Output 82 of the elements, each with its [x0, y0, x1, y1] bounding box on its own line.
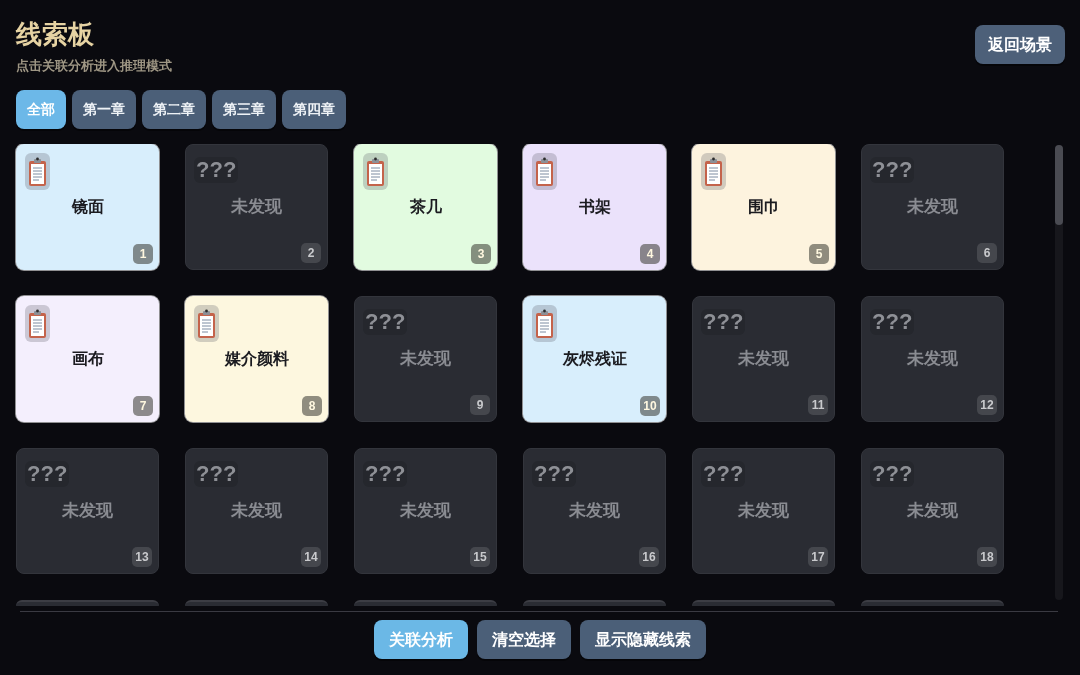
chapter-tab[interactable]: 第三章	[212, 90, 276, 129]
clue-name: 茶几	[409, 197, 442, 217]
card-number: 17	[808, 547, 828, 567]
card-number: 1	[133, 244, 153, 264]
card-number: 7	[133, 396, 153, 416]
clue-name: 媒介颜料	[224, 349, 289, 369]
mystery-marks: ???	[532, 461, 577, 487]
page-title: 线索板	[16, 18, 95, 50]
mystery-marks: ???	[701, 309, 746, 335]
undiscovered-label: 未发现	[400, 500, 451, 522]
undiscovered-label: 未发现	[738, 500, 789, 522]
card-number: 13	[132, 547, 152, 567]
mystery-marks: ???	[701, 461, 746, 487]
undiscovered-label: 未发现	[400, 348, 451, 370]
clue-card[interactable]: ??? 未发现 9	[354, 296, 497, 422]
clue-name: 围巾	[747, 197, 780, 217]
clipboard-icon	[194, 305, 219, 342]
clue-card[interactable]: ??? 未发现 12	[861, 296, 1004, 422]
undiscovered-label: 未发现	[738, 348, 789, 370]
undiscovered-label: 未发现	[231, 500, 282, 522]
card-number: 4	[640, 244, 660, 264]
page-subtitle: 点击关联分析进入推理模式	[16, 57, 172, 75]
chapter-tab[interactable]: 第四章	[282, 90, 346, 129]
clipboard-icon	[701, 153, 726, 190]
clue-card[interactable]: 画布 7	[16, 296, 159, 422]
clue-card[interactable]: ??? 未发现 17	[692, 448, 835, 574]
card-number: 9	[470, 395, 490, 415]
clue-card[interactable]: ??? 未发现 2	[185, 144, 328, 270]
clipboard-icon	[25, 305, 50, 342]
scrollbar-thumb[interactable]	[1055, 145, 1063, 225]
mystery-marks: ???	[870, 157, 915, 183]
mystery-marks: ???	[363, 461, 408, 487]
chapter-tab[interactable]: 第一章	[72, 90, 136, 129]
back-button[interactable]: 返回场景	[975, 25, 1065, 64]
chapter-tab[interactable]: 第二章	[142, 90, 206, 129]
clue-name: 画布	[71, 349, 104, 369]
card-number: 5	[809, 244, 829, 264]
clue-card[interactable]: ??? 未发现 16	[523, 448, 666, 574]
clue-card[interactable]: ??? 未发现 11	[692, 296, 835, 422]
undiscovered-label: 未发现	[907, 348, 958, 370]
card-number: 11	[808, 395, 828, 415]
clue-name: 镜面	[71, 197, 104, 217]
mystery-marks: ???	[870, 309, 915, 335]
clue-card[interactable]: ??? 未发现 14	[185, 448, 328, 574]
mystery-marks: ???	[25, 461, 70, 487]
clue-card[interactable]: ??? 未发现 18	[861, 448, 1004, 574]
card-number: 2	[301, 243, 321, 263]
clue-card[interactable]: 围巾 5	[692, 144, 835, 270]
undiscovered-label: 未发现	[907, 196, 958, 218]
clue-card[interactable]: ??? 未发现 6	[861, 144, 1004, 270]
clue-card[interactable]: ??? 未发现 15	[354, 448, 497, 574]
card-number: 16	[639, 547, 659, 567]
clue-card[interactable]: 灰烬残证 10	[523, 296, 666, 422]
clue-card[interactable]: 茶几 3	[354, 144, 497, 270]
action-button[interactable]: 显示隐藏线索	[580, 620, 706, 659]
mystery-marks: ???	[194, 461, 239, 487]
clue-card[interactable]: 镜面 1	[16, 144, 159, 270]
mystery-marks: ???	[363, 309, 408, 335]
card-number: 3	[471, 244, 491, 264]
clue-card[interactable]: ??? 未发现 13	[16, 448, 159, 574]
clipboard-icon	[532, 305, 557, 342]
undiscovered-label: 未发现	[907, 500, 958, 522]
undiscovered-label: 未发现	[62, 500, 113, 522]
clipboard-icon	[363, 153, 388, 190]
card-number: 12	[977, 395, 997, 415]
card-number: 15	[470, 547, 490, 567]
card-number: 14	[301, 547, 321, 567]
clue-card[interactable]: 媒介颜料 8	[185, 296, 328, 422]
clue-name: 书架	[578, 197, 611, 217]
card-number: 6	[977, 243, 997, 263]
mystery-marks: ???	[194, 157, 239, 183]
clipboard-icon	[25, 153, 50, 190]
undiscovered-label: 未发现	[569, 500, 620, 522]
card-number: 10	[640, 396, 660, 416]
card-number: 8	[302, 396, 322, 416]
clue-name: 灰烬残证	[562, 349, 627, 369]
clipboard-icon	[532, 153, 557, 190]
card-number: 18	[977, 547, 997, 567]
clue-card[interactable]: 书架 4	[523, 144, 666, 270]
mystery-marks: ???	[870, 461, 915, 487]
undiscovered-label: 未发现	[231, 196, 282, 218]
action-button[interactable]: 清空选择	[477, 620, 571, 659]
